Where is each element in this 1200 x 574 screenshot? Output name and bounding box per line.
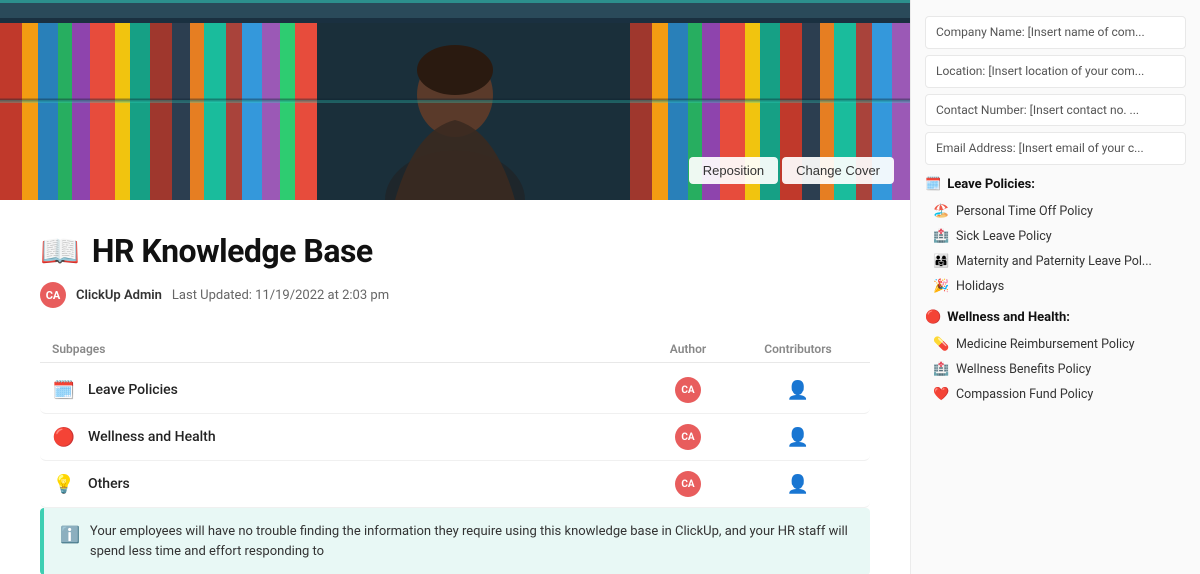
wellness-author: CA (638, 424, 738, 450)
wellness-section-emoji: 🔴 (925, 310, 941, 325)
wellness-section-header: 🔴 Wellness and Health: (925, 310, 1186, 325)
location-field[interactable]: Location: [Insert location of your com..… (925, 55, 1186, 88)
holidays-label: Holidays (956, 279, 1004, 294)
wellness-section-label: Wellness and Health: (947, 310, 1070, 325)
personal-time-off-emoji: 🏖️ (933, 204, 949, 219)
leave-policies-avatar: CA (675, 377, 701, 403)
others-icon: 💡 (52, 474, 76, 495)
company-name-field[interactable]: Company Name: [Insert name of com... (925, 16, 1186, 49)
subpage-row-leave-policies[interactable]: 🗓️ Leave Policies CA 👤 (40, 367, 870, 414)
author-avatar: CA (40, 282, 66, 308)
leave-section-header: 🗓️ Leave Policies: (925, 177, 1186, 192)
sick-leave-label: Sick Leave Policy (956, 229, 1052, 244)
leave-section-label: Leave Policies: (947, 177, 1035, 192)
contributor-icon-2: 👤 (787, 427, 809, 448)
page-emoji: 📖 (40, 232, 80, 270)
subpages-header: Subpages Author Contributors (40, 336, 870, 363)
wellness-icon: 🔴 (52, 427, 76, 448)
contributor-icon-1: 👤 (787, 380, 809, 401)
maternity-leave-label: Maternity and Paternity Leave Pol... (956, 254, 1152, 269)
change-cover-button[interactable]: Change Cover (782, 157, 894, 184)
wellness-benefits-emoji: 🏥 (933, 362, 949, 377)
holidays-emoji: 🎉 (933, 279, 949, 294)
cover-image: Reposition Change Cover (0, 0, 910, 200)
maternity-leave-emoji: 👨‍👩‍👧 (933, 254, 949, 269)
leave-policies-author: CA (638, 377, 738, 403)
leave-policies-contributors: 👤 (738, 380, 858, 401)
medicine-emoji: 💊 (933, 337, 949, 352)
col-subpages-label: Subpages (52, 342, 638, 356)
main-content: Reposition Change Cover 📖 HR Knowledge B… (0, 0, 910, 574)
page-title-row: 📖 HR Knowledge Base (40, 232, 870, 270)
medicine-label: Medicine Reimbursement Policy (956, 337, 1135, 352)
subpages-list: 🗓️ Leave Policies CA 👤 🔴 Wellness and He… (40, 367, 870, 508)
others-author: CA (638, 471, 738, 497)
wellness-avatar: CA (675, 424, 701, 450)
leave-policies-icon: 🗓️ (52, 380, 76, 401)
personal-time-off-label: Personal Time Off Policy (956, 204, 1093, 219)
email-field[interactable]: Email Address: [Insert email of your c..… (925, 132, 1186, 165)
updated-text: Last Updated: 11/19/2022 at 2:03 pm (172, 288, 389, 303)
others-avatar: CA (675, 471, 701, 497)
sidebar-item-personal-time-off[interactable]: 🏖️ Personal Time Off Policy (925, 200, 1186, 223)
others-contributors: 👤 (738, 474, 858, 495)
right-sidebar: Company Name: [Insert name of com... Loc… (910, 0, 1200, 574)
compassion-fund-emoji: ❤️ (933, 387, 949, 402)
leave-policies-name: Leave Policies (88, 382, 638, 398)
sidebar-item-compassion-fund[interactable]: ❤️ Compassion Fund Policy (925, 383, 1186, 406)
col-contributors-label: Contributors (738, 342, 858, 356)
sidebar-item-maternity-leave[interactable]: 👨‍👩‍👧 Maternity and Paternity Leave Pol.… (925, 250, 1186, 273)
cover-buttons: Reposition Change Cover (689, 157, 894, 184)
reposition-button[interactable]: Reposition (689, 157, 778, 184)
others-name: Others (88, 476, 638, 492)
page-title: HR Knowledge Base (92, 232, 373, 270)
sidebar-item-sick-leave[interactable]: 🏥 Sick Leave Policy (925, 225, 1186, 248)
contact-field[interactable]: Contact Number: [Insert contact no. ... (925, 94, 1186, 127)
sidebar-item-holidays[interactable]: 🎉 Holidays (925, 275, 1186, 298)
sidebar-item-wellness-benefits[interactable]: 🏥 Wellness Benefits Policy (925, 358, 1186, 381)
wellness-contributors: 👤 (738, 427, 858, 448)
meta-row: CA ClickUp Admin Last Updated: 11/19/202… (40, 282, 870, 308)
wellness-name: Wellness and Health (88, 429, 638, 445)
page-body: 📖 HR Knowledge Base CA ClickUp Admin Las… (0, 200, 910, 574)
sick-leave-emoji: 🏥 (933, 229, 949, 244)
subpage-row-wellness[interactable]: 🔴 Wellness and Health CA 👤 (40, 414, 870, 461)
col-author-label: Author (638, 342, 738, 356)
info-callout: ℹ️ Your employees will have no trouble f… (40, 508, 870, 574)
callout-text: Your employees will have no trouble find… (90, 522, 854, 561)
wellness-benefits-label: Wellness Benefits Policy (956, 362, 1091, 377)
leave-section-emoji: 🗓️ (925, 177, 941, 192)
sidebar-item-medicine[interactable]: 💊 Medicine Reimbursement Policy (925, 333, 1186, 356)
contributor-icon-3: 👤 (787, 474, 809, 495)
callout-icon: ℹ️ (60, 523, 80, 561)
author-name: ClickUp Admin (76, 288, 162, 303)
subpage-row-others[interactable]: 💡 Others CA 👤 (40, 461, 870, 508)
compassion-fund-label: Compassion Fund Policy (956, 387, 1093, 402)
